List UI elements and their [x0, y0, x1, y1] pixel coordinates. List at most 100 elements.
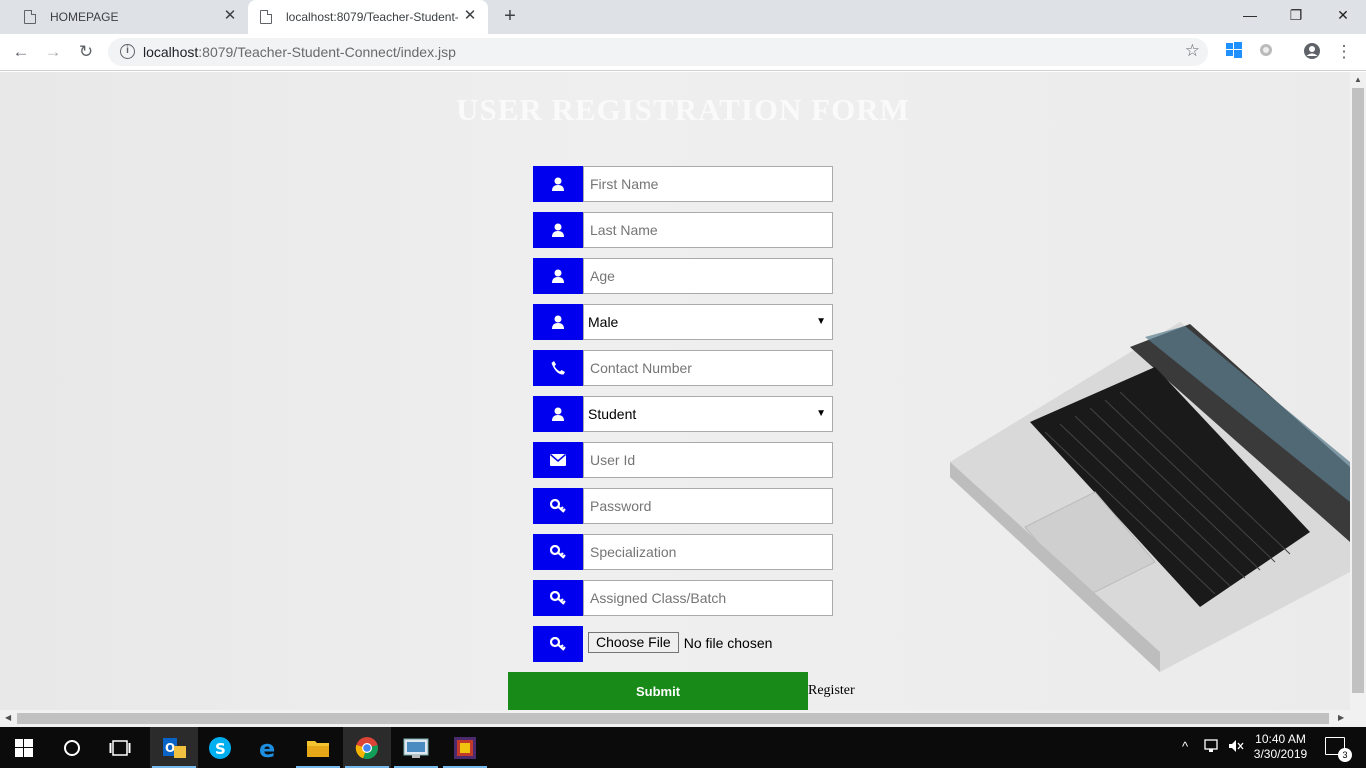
scroll-left-arrow-icon[interactable]: ◀ — [5, 713, 11, 722]
outlook-icon[interactable]: O — [150, 727, 198, 768]
role-row: Student ▼ — [533, 396, 833, 432]
key-icon — [533, 488, 583, 524]
key-icon — [533, 580, 583, 616]
assigned-class-input[interactable] — [583, 580, 833, 616]
dropdown-arrow-icon: ▼ — [816, 316, 826, 327]
gender-row: Male ▼ — [533, 304, 833, 340]
windows-extension-icon[interactable] — [1224, 42, 1244, 62]
back-arrow-icon[interactable]: ← — [11, 42, 31, 62]
notification-count-badge: 3 — [1338, 748, 1352, 762]
search-circle-icon[interactable] — [48, 727, 96, 768]
url-host: localhost — [143, 44, 199, 60]
url-path: :8079/Teacher-Student-Connect/index.jsp — [198, 44, 456, 60]
file-explorer-icon[interactable] — [294, 727, 342, 768]
scroll-up-arrow-icon[interactable]: ▲ — [1354, 75, 1362, 84]
choose-file-button[interactable]: Choose File — [588, 632, 679, 653]
info-icon[interactable]: i — [120, 44, 135, 59]
close-window-icon[interactable]: ✕ — [1333, 4, 1353, 26]
envelope-icon — [533, 442, 583, 478]
user-id-input[interactable] — [583, 442, 833, 478]
close-tab-icon[interactable]: ✕ — [462, 8, 478, 24]
role-select[interactable]: Student ▼ — [583, 396, 833, 432]
horizontal-scroll-thumb[interactable] — [17, 713, 1329, 724]
horizontal-scrollbar[interactable]: ◀ ▶ — [0, 710, 1366, 727]
user-icon — [533, 166, 583, 202]
windows-taskbar: O S e ^ 10:40 AM 3/30/2019 3 — [0, 727, 1366, 768]
skype-icon[interactable]: S — [196, 727, 244, 768]
remote-desktop-icon[interactable] — [392, 727, 440, 768]
user-icon — [533, 304, 583, 340]
document-icon — [24, 10, 36, 24]
page-title: USER REGISTRATION FORM — [456, 92, 910, 127]
user-icon — [533, 396, 583, 432]
new-tab-plus-icon[interactable]: + — [500, 5, 520, 27]
profile-icon[interactable] — [1302, 42, 1322, 62]
tab-title: localhost:8079/Teacher-Student-C — [286, 10, 458, 24]
age-input[interactable] — [583, 258, 833, 294]
document-icon — [260, 10, 272, 24]
forward-arrow-icon[interactable]: → — [43, 42, 63, 62]
tab-registration[interactable]: localhost:8079/Teacher-Student-C ✕ — [248, 0, 488, 34]
edge-icon[interactable]: e — [245, 727, 293, 768]
tab-title: HOMEPAGE — [50, 10, 119, 24]
password-row — [533, 488, 833, 524]
system-clock[interactable]: 10:40 AM 3/30/2019 — [1248, 732, 1313, 762]
task-view-icon[interactable] — [96, 727, 144, 768]
url-text[interactable]: localhost:8079/Teacher-Student-Connect/i… — [143, 44, 456, 60]
key-icon — [533, 534, 583, 570]
address-bar[interactable]: i localhost:8079/Teacher-Student-Connect… — [108, 38, 1208, 66]
contact-row — [533, 350, 833, 386]
bookmark-star-icon[interactable]: ☆ — [1185, 41, 1200, 61]
volume-muted-icon[interactable] — [1228, 739, 1244, 756]
close-tab-icon[interactable]: ✕ — [222, 8, 238, 24]
contact-number-input[interactable] — [583, 350, 833, 386]
svg-text:e: e — [259, 736, 275, 760]
laptop-illustration — [950, 322, 1350, 672]
file-upload-row: Choose File No file chosen — [533, 626, 833, 662]
svg-text:O: O — [165, 741, 175, 755]
dropdown-arrow-icon: ▼ — [816, 408, 826, 419]
action-center-icon[interactable]: 3 — [1325, 737, 1352, 762]
user-icon — [533, 212, 583, 248]
restore-icon[interactable]: ❐ — [1286, 4, 1306, 26]
age-row — [533, 258, 833, 294]
menu-dots-icon[interactable]: ⋮ — [1334, 42, 1354, 62]
password-input[interactable] — [583, 488, 833, 524]
first-name-row — [533, 166, 833, 202]
minimize-icon[interactable]: — — [1240, 4, 1260, 26]
reload-icon[interactable]: ↻ — [76, 42, 96, 62]
first-name-input[interactable] — [583, 166, 833, 202]
register-link[interactable]: Register — [808, 683, 855, 699]
chrome-icon[interactable] — [343, 727, 391, 768]
clock-date: 3/30/2019 — [1253, 747, 1308, 761]
start-windows-icon[interactable] — [0, 727, 48, 768]
network-icon[interactable] — [1204, 739, 1220, 756]
specialization-input[interactable] — [583, 534, 833, 570]
game-app-icon[interactable] — [441, 727, 489, 768]
key-icon — [533, 626, 583, 662]
vertical-scroll-thumb[interactable] — [1352, 88, 1364, 693]
last-name-input[interactable] — [583, 212, 833, 248]
svg-text:S: S — [215, 740, 226, 758]
submit-button[interactable]: Submit — [508, 672, 808, 710]
phone-icon — [533, 350, 583, 386]
last-name-row — [533, 212, 833, 248]
gender-select[interactable]: Male ▼ — [583, 304, 833, 340]
user-id-row — [533, 442, 833, 478]
assigned-class-row — [533, 580, 833, 616]
scroll-right-arrow-icon[interactable]: ▶ — [1338, 713, 1344, 722]
file-status-text: No file chosen — [683, 634, 773, 651]
file-input: Choose File No file chosen — [588, 632, 772, 653]
vertical-scrollbar[interactable]: ▲ — [1350, 72, 1366, 710]
browser-toolbar: ← → ↻ i localhost:8079/Teacher-Student-C… — [0, 34, 1366, 71]
extension-circle-icon[interactable] — [1256, 42, 1276, 62]
page-viewport: USER REGISTRATION FORM Male ▼ — [0, 72, 1350, 710]
specialization-row — [533, 534, 833, 570]
browser-tabstrip: HOMEPAGE ✕ localhost:8079/Teacher-Studen… — [0, 0, 1366, 34]
user-icon — [533, 258, 583, 294]
gender-selected-value: Male — [588, 314, 619, 330]
tray-chevron-icon[interactable]: ^ — [1182, 739, 1188, 754]
role-selected-value: Student — [588, 406, 637, 422]
clock-time: 10:40 AM — [1255, 732, 1306, 746]
tab-homepage[interactable]: HOMEPAGE ✕ — [12, 0, 248, 34]
